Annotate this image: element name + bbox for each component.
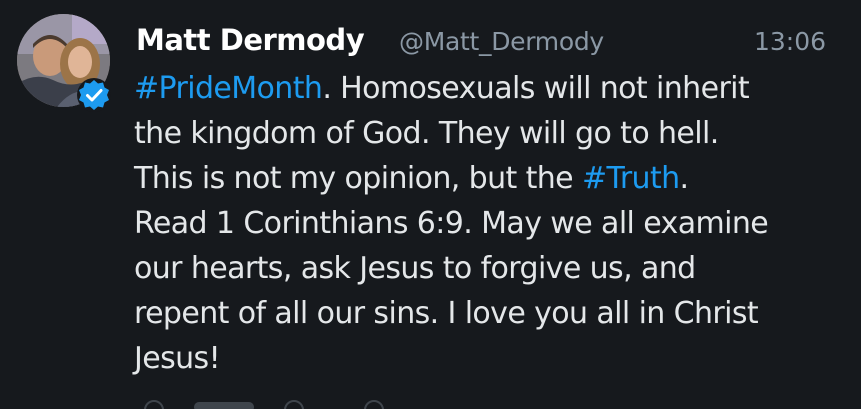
tweet-line: Jesus! bbox=[134, 341, 221, 376]
tweet-line: our hearts, ask Jesus to forgive us, and bbox=[134, 251, 696, 286]
tweet-line: This is not my opinion, but the #Truth. bbox=[134, 161, 689, 196]
action-bar-cutoff bbox=[134, 396, 434, 409]
tweet-header: Matt Dermody @Matt_Dermody 13:06 bbox=[136, 18, 836, 68]
verified-badge-icon bbox=[76, 77, 112, 113]
tweet-line: Read 1 Corinthians 6:9. May we all exami… bbox=[134, 206, 769, 241]
timestamp[interactable]: 13:06 bbox=[754, 27, 826, 56]
tweet-line: repent of all our sins. I love you all i… bbox=[134, 296, 759, 331]
tweet-line: the kingdom of God. They will go to hell… bbox=[134, 116, 719, 151]
user-handle[interactable]: @Matt_Dermody bbox=[399, 27, 604, 56]
tweet-card: Matt Dermody @Matt_Dermody 13:06 #PrideM… bbox=[0, 0, 861, 409]
tweet-line: #PrideMonth. Homosexuals will not inheri… bbox=[134, 71, 750, 106]
hashtag-link[interactable]: #Truth bbox=[582, 161, 680, 196]
display-name[interactable]: Matt Dermody bbox=[136, 23, 365, 57]
hashtag-link[interactable]: #PrideMonth bbox=[134, 71, 323, 106]
tweet-text: #PrideMonth. Homosexuals will not inheri… bbox=[134, 66, 849, 381]
